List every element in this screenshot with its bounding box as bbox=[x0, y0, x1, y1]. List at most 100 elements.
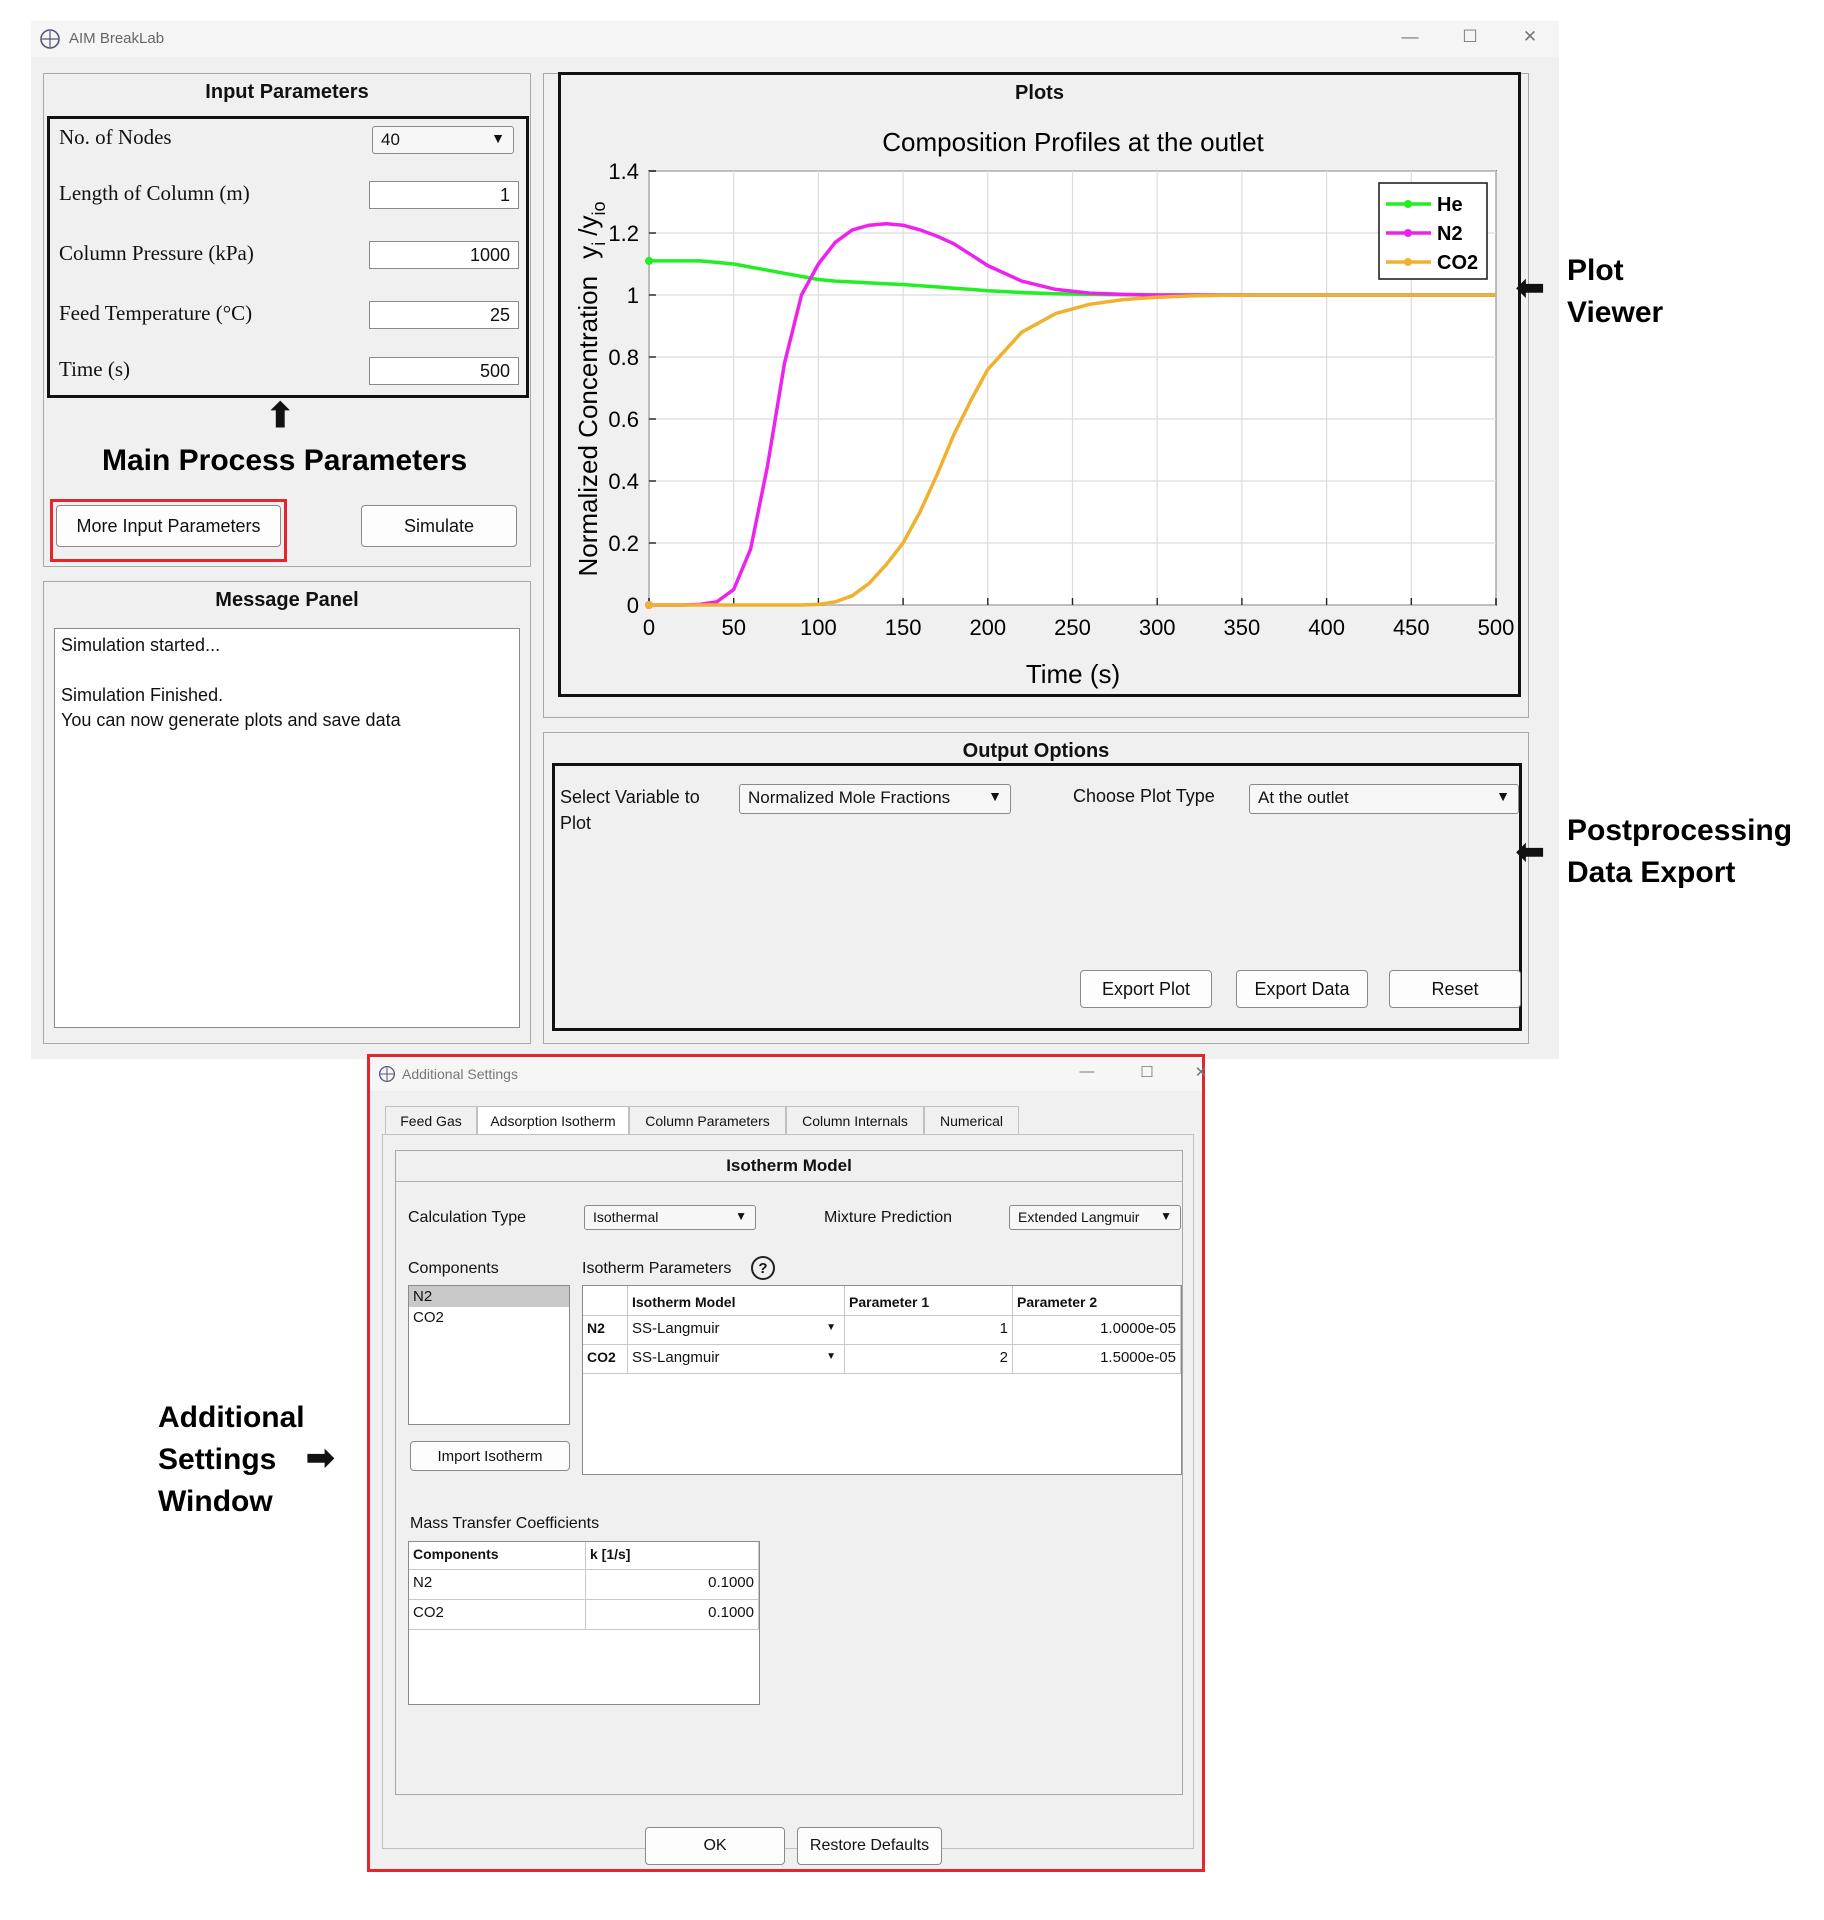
export-data-button[interactable]: Export Data bbox=[1236, 970, 1368, 1008]
y-tick-label: 0.6 bbox=[608, 407, 639, 432]
nodes-dropdown[interactable]: 40 ▼ bbox=[372, 126, 514, 154]
select-variable-label: Select Variable to Plot bbox=[560, 784, 700, 836]
k-value-cell[interactable]: 0.1000 bbox=[586, 1570, 759, 1600]
x-tick-label: 300 bbox=[1139, 615, 1176, 640]
time-field[interactable]: 500 bbox=[369, 357, 519, 385]
calc-type-value: Isothermal bbox=[593, 1209, 659, 1225]
select-variable-label-line1: Select Variable to bbox=[560, 787, 700, 807]
message-panel: Message Panel Simulation started... Simu… bbox=[43, 581, 531, 1044]
tab-numerical[interactable]: Numerical bbox=[924, 1106, 1019, 1134]
list-item[interactable]: CO2 bbox=[409, 1307, 569, 1328]
y-axis-label-sub-i: i bbox=[589, 242, 609, 246]
tab-adsorption-isotherm[interactable]: Adsorption Isotherm bbox=[477, 1106, 629, 1134]
isotherm-model-panel: Isotherm Model Calculation Type Isotherm… bbox=[395, 1150, 1183, 1795]
isotherm-model-select[interactable]: SS-Langmuir ▼ bbox=[628, 1345, 845, 1374]
chart-legend: He N2 CO2 bbox=[1378, 182, 1488, 280]
table-header: Components bbox=[409, 1542, 586, 1570]
import-isotherm-button[interactable]: Import Isotherm bbox=[410, 1441, 570, 1471]
parameter-1-cell[interactable]: 1 bbox=[845, 1316, 1013, 1345]
legend-marker bbox=[1404, 229, 1412, 237]
plot-viewer-box: Plots Composition Profiles at the outlet… bbox=[558, 72, 1521, 697]
parameter-2-cell[interactable]: 1.0000e-05 bbox=[1013, 1316, 1181, 1345]
more-input-parameters-button[interactable]: More Input Parameters bbox=[56, 505, 281, 547]
reset-button[interactable]: Reset bbox=[1389, 970, 1521, 1008]
mass-transfer-table: Components k [1/s] N2 0.1000 CO2 0.1000 bbox=[408, 1541, 760, 1705]
chevron-down-icon: ▼ bbox=[826, 1322, 836, 1333]
plot-viewer-line1: Plot bbox=[1567, 254, 1624, 287]
export-plot-button[interactable]: Export Plot bbox=[1080, 970, 1212, 1008]
tab-content: Isotherm Model Calculation Type Isotherm… bbox=[382, 1134, 1194, 1849]
parameter-2-cell[interactable]: 1.5000e-05 bbox=[1013, 1345, 1181, 1374]
calc-type-label: Calculation Type bbox=[408, 1209, 526, 1226]
y-axis-label-slash: /y bbox=[573, 215, 603, 235]
y-axis-label-main: Normalized Concentration bbox=[573, 276, 603, 577]
table-row-label: CO2 bbox=[583, 1345, 628, 1374]
additional-title-bar: Additional Settings — ☐ ✕ bbox=[370, 1057, 1207, 1091]
minimize-icon[interactable]: — bbox=[1072, 1063, 1102, 1080]
y-tick-label: 1.4 bbox=[608, 159, 639, 184]
additional-line3: Window bbox=[158, 1485, 273, 1518]
x-tick-label: 200 bbox=[969, 615, 1006, 640]
y-axis-label-sub-io: io bbox=[589, 201, 609, 215]
maximize-icon[interactable]: ☐ bbox=[1455, 27, 1485, 47]
plots-panel-title: Plots bbox=[1015, 82, 1064, 104]
plots-panel: Plots Composition Profiles at the outlet… bbox=[543, 72, 1529, 718]
x-tick-label: 450 bbox=[1393, 615, 1430, 640]
variable-dropdown[interactable]: Normalized Mole Fractions ▼ bbox=[739, 784, 1011, 814]
x-tick-label: 400 bbox=[1308, 615, 1345, 640]
simulate-button[interactable]: Simulate bbox=[361, 505, 517, 547]
postprocessing-line1: Postprocessing bbox=[1567, 814, 1793, 847]
legend-label: N2 bbox=[1437, 223, 1463, 245]
chevron-down-icon: ▼ bbox=[988, 788, 1002, 804]
parameter-1-cell[interactable]: 2 bbox=[845, 1345, 1013, 1374]
composition-chart: Composition Profiles at the outlet 0 50 10… bbox=[561, 109, 1518, 693]
pressure-label: Column Pressure (kPa) bbox=[59, 241, 254, 265]
length-field[interactable]: 1 bbox=[369, 181, 519, 209]
mass-transfer-label: Mass Transfer Coefficients bbox=[410, 1515, 600, 1532]
k-value-cell[interactable]: 0.1000 bbox=[586, 1600, 759, 1630]
ok-button[interactable]: OK bbox=[645, 1827, 785, 1865]
calc-type-dropdown[interactable]: Isothermal ▼ bbox=[584, 1205, 756, 1230]
left-arrow-icon: ⬅ bbox=[1516, 833, 1545, 871]
legend-marker bbox=[1404, 258, 1412, 266]
message-line bbox=[61, 658, 513, 683]
up-arrow-icon: ⬆ bbox=[266, 397, 295, 435]
close-icon[interactable]: ✕ bbox=[1515, 27, 1545, 47]
isotherm-model-select[interactable]: SS-Langmuir ▼ bbox=[628, 1316, 845, 1345]
y-tick-label: 1 bbox=[627, 283, 639, 308]
output-options-panel: Output Options Select Variable to Plot N… bbox=[543, 732, 1529, 1044]
chevron-down-icon: ▼ bbox=[735, 1209, 747, 1223]
tab-column-internals[interactable]: Column Internals bbox=[786, 1106, 924, 1134]
components-list[interactable]: N2 CO2 bbox=[408, 1285, 570, 1425]
pressure-field[interactable]: 1000 bbox=[369, 241, 519, 269]
minimize-icon[interactable]: — bbox=[1395, 27, 1425, 47]
tab-feed-gas[interactable]: Feed Gas bbox=[385, 1106, 477, 1134]
plot-viewer-annotation: Plot Viewer bbox=[1567, 250, 1663, 334]
series-marker-he bbox=[645, 256, 653, 265]
time-label: Time (s) bbox=[59, 357, 130, 381]
y-tick-label: 0 bbox=[627, 593, 639, 618]
plot-viewer-line2: Viewer bbox=[1567, 296, 1664, 329]
maximize-icon[interactable]: ☐ bbox=[1132, 1063, 1162, 1081]
temperature-field[interactable]: 25 bbox=[369, 301, 519, 329]
left-arrow-icon: ⬅ bbox=[1516, 269, 1545, 307]
message-line: You can now generate plots and save data bbox=[61, 710, 401, 730]
x-tick-label: 500 bbox=[1478, 615, 1515, 640]
x-tick-label: 150 bbox=[885, 615, 922, 640]
list-item[interactable]: N2 bbox=[409, 1286, 569, 1307]
additional-line1: Additional bbox=[158, 1401, 305, 1434]
chevron-down-icon: ▼ bbox=[826, 1351, 836, 1362]
table-row-label: CO2 bbox=[409, 1600, 586, 1630]
close-icon[interactable]: ✕ bbox=[1186, 1063, 1216, 1081]
plot-type-value: At the outlet bbox=[1258, 788, 1349, 807]
mixture-dropdown[interactable]: Extended Langmuir ▼ bbox=[1009, 1205, 1181, 1230]
y-tick-label: 0.2 bbox=[608, 531, 639, 556]
restore-defaults-button[interactable]: Restore Defaults bbox=[797, 1827, 942, 1865]
isotherm-model-title: Isotherm Model bbox=[726, 1156, 852, 1175]
input-panel-title: Input Parameters bbox=[205, 81, 369, 103]
help-icon[interactable]: ? bbox=[751, 1256, 775, 1280]
tab-column-parameters[interactable]: Column Parameters bbox=[629, 1106, 786, 1134]
plot-type-dropdown[interactable]: At the outlet ▼ bbox=[1249, 784, 1519, 814]
title-bar: AIM BreakLab — ☐ ✕ bbox=[31, 21, 1559, 57]
additional-settings-window: Additional Settings — ☐ ✕ Feed Gas Adsor… bbox=[367, 1054, 1207, 1872]
